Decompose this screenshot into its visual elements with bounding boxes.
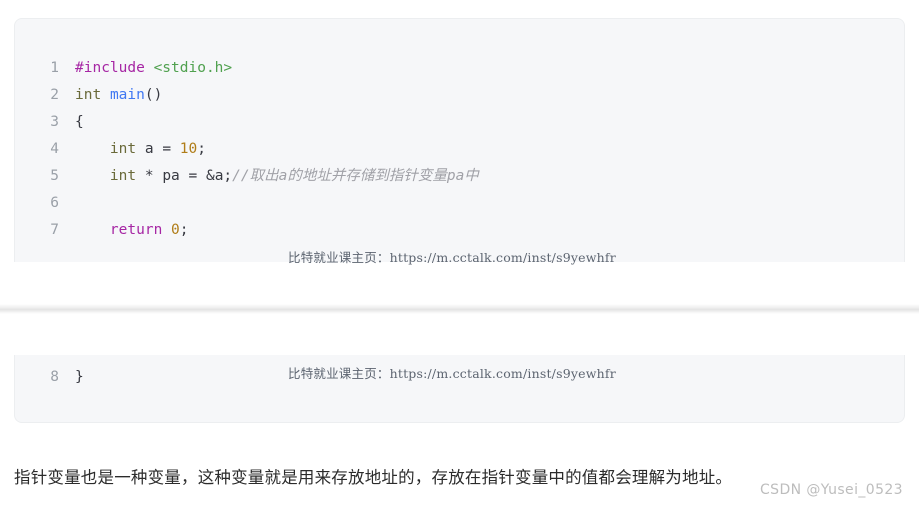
code-token: ;	[197, 141, 206, 157]
code-token: * pa = &a;	[136, 168, 233, 184]
code-token: {	[75, 114, 84, 130]
code-token: }	[75, 369, 84, 385]
code-line-content: return 0;	[75, 222, 189, 238]
code-line: 2 int main()	[15, 82, 479, 109]
code-line-content: int main()	[75, 87, 162, 103]
line-number: 1	[50, 60, 59, 76]
line-number: 8	[50, 369, 59, 385]
bit-course-watermark-lower: 比特就业课主页：https://m.cctalk.com/inst/s9yewh…	[288, 366, 616, 381]
code-token: 0	[171, 222, 180, 238]
code-line: 6	[15, 190, 479, 217]
line-number: 2	[50, 87, 59, 103]
code-lines-upper: 1 #include <stdio.h> 2 int main() 3{4 int a …	[15, 19, 479, 244]
code-token: ;	[179, 222, 189, 238]
code-token: int	[109, 141, 137, 157]
csdn-author-watermark: CSDN @Yusei_0523	[759, 482, 903, 498]
code-token: main	[109, 87, 145, 103]
code-token: #include	[75, 60, 145, 76]
code-block-upper[interactable]: 1 #include <stdio.h> 2 int main() 3{4 int a …	[14, 18, 905, 262]
page-seam-divider	[0, 304, 919, 314]
code-line-content: #include <stdio.h>	[75, 60, 232, 76]
code-token: int	[109, 168, 137, 184]
line-number: 4	[50, 141, 59, 157]
line-number: 5	[50, 168, 59, 184]
code-token: <stdio.h>	[153, 60, 233, 76]
bit-course-watermark-upper: 比特就业课主页：https://m.cctalk.com/inst/s9yewh…	[288, 250, 616, 265]
code-line-content: }	[75, 369, 84, 385]
code-line: 5 int * pa = &a;//取出a的地址并存储到指针变量pa中	[15, 163, 479, 190]
code-lines-lower: 8}	[15, 355, 84, 391]
code-token: //取出a的地址并存储到指针变量pa中	[232, 168, 479, 184]
code-line: 8}	[15, 364, 84, 391]
code-token: a =	[136, 141, 180, 157]
line-number: 7	[50, 222, 59, 238]
code-line: 7 return 0;	[15, 217, 479, 244]
code-token: int	[75, 87, 102, 103]
code-line: 3{	[15, 109, 479, 136]
code-token: 10	[179, 141, 198, 157]
code-line-content: {	[75, 114, 84, 130]
line-number: 3	[50, 114, 59, 130]
code-line-content: int * pa = &a;//取出a的地址并存储到指针变量pa中	[75, 168, 479, 184]
code-line: 1 #include <stdio.h>	[15, 55, 479, 82]
line-number: 6	[50, 195, 59, 211]
code-token: ()	[144, 87, 163, 103]
code-token: return	[109, 222, 163, 238]
code-line: 4 int a = 10;	[15, 136, 479, 163]
code-line-content: int a = 10;	[75, 141, 206, 157]
